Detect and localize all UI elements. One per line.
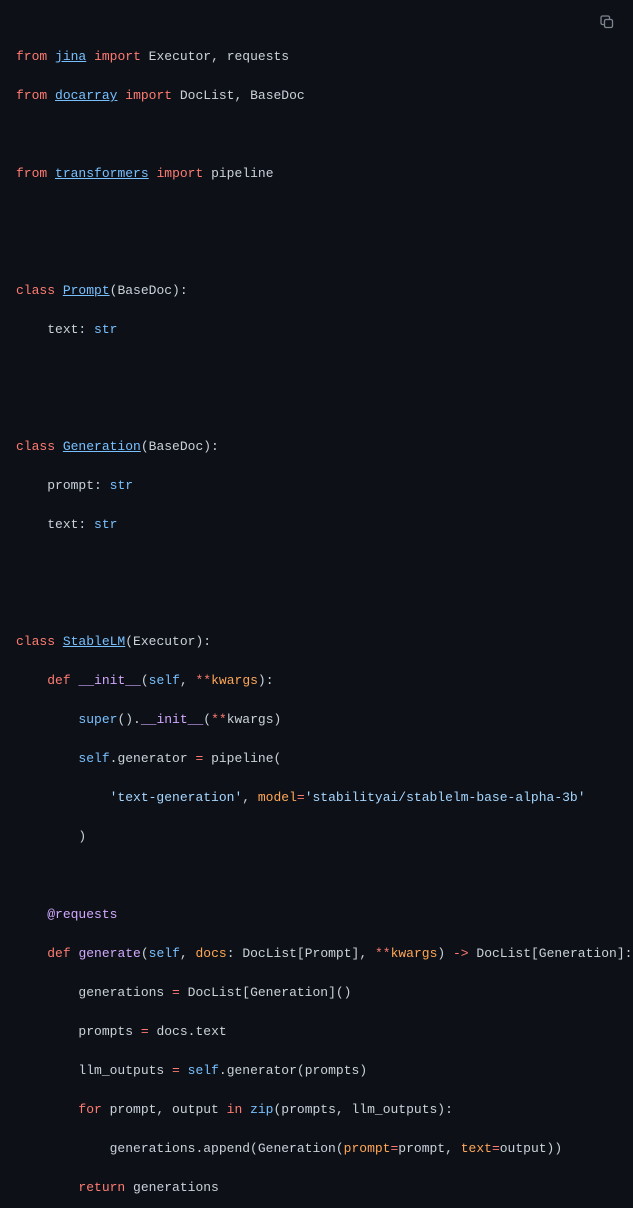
code-line: from jina import Executor, requests [16,47,617,67]
code-line: def generate(self, docs: DocList[Prompt]… [16,944,617,964]
code-line: ) [16,827,617,847]
code-line [16,593,617,613]
code-line: from docarray import DocList, BaseDoc [16,86,617,106]
code-line [16,359,617,379]
code-line: generations = DocList[Generation]() [16,983,617,1003]
module-link[interactable]: jina [55,49,86,64]
code-line: llm_outputs = self.generator(prompts) [16,1061,617,1081]
copy-button[interactable] [593,8,621,36]
code-block: from jina import Executor, requests from… [0,0,633,1208]
code-line: for prompt, output in zip(prompts, llm_o… [16,1100,617,1120]
module-link[interactable]: docarray [55,88,117,103]
code-line: class Generation(BaseDoc): [16,437,617,457]
code-line: class StableLM(Executor): [16,632,617,652]
code-line [16,866,617,886]
code-line: text: str [16,320,617,340]
module-link[interactable]: transformers [55,166,149,181]
code-line [16,398,617,418]
code-line: from transformers import pipeline [16,164,617,184]
class-link[interactable]: Prompt [63,283,110,298]
code-line: class Prompt(BaseDoc): [16,281,617,301]
code-line: text: str [16,515,617,535]
code-line [16,125,617,145]
class-link[interactable]: StableLM [63,634,125,649]
copy-icon [599,14,615,30]
code-line [16,203,617,223]
code-line: super().__init__(**kwargs) [16,710,617,730]
code-line: prompts = docs.text [16,1022,617,1042]
code-line: prompt: str [16,476,617,496]
code-line: @requests [16,905,617,925]
code-line: return generations [16,1178,617,1198]
class-link[interactable]: Generation [63,439,141,454]
code-line: generations.append(Generation(prompt=pro… [16,1139,617,1159]
code-line: self.generator = pipeline( [16,749,617,769]
code-line [16,554,617,574]
code-line [16,242,617,262]
code-line: 'text-generation', model='stabilityai/st… [16,788,617,808]
code-line: def __init__(self, **kwargs): [16,671,617,691]
